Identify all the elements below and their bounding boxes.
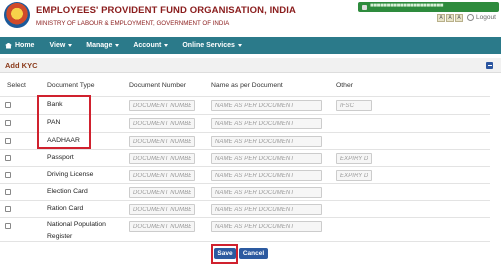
collapse-icon[interactable] [486,62,493,69]
nav-manage[interactable]: Manage [86,42,120,49]
nav-view[interactable]: View [49,42,73,49]
ministry-text: MINISTRY OF LABOUR & EMPLOYMENT, GOVERNM… [36,20,230,27]
document-number-input[interactable] [129,118,195,129]
document-number-input[interactable] [129,187,195,198]
doc-type-label: Ration Card [47,205,84,212]
font-decrease-button[interactable]: A [455,14,463,22]
chevron-down-icon [68,44,73,47]
nav-home[interactable]: Home [5,42,34,49]
name-as-per-document-input[interactable] [211,153,322,164]
user-name: ■■■■■■■■■■■■■■■■■■■■■■ [370,3,444,9]
annotation-highlight-box [37,95,91,149]
nav-account[interactable]: Account [133,42,169,49]
col-select: Select [7,82,26,89]
name-as-per-document-input[interactable] [211,170,322,181]
select-checkbox[interactable] [5,102,11,108]
document-number-input[interactable] [129,221,195,232]
epfo-logo [4,2,30,28]
font-increase-button[interactable]: A [437,14,445,22]
table-header: Select Document Type Document Number Nam… [0,82,490,94]
name-as-per-document-input[interactable] [211,118,322,129]
document-number-input[interactable] [129,136,195,147]
select-checkbox[interactable] [5,189,11,195]
cancel-button[interactable]: Cancel [239,248,268,259]
select-checkbox[interactable] [5,138,11,144]
doc-type-label-line1: National Population [47,221,106,228]
nav-account-label: Account [133,42,162,49]
col-doc-number: Document Number [129,82,187,89]
org-name: EMPLOYEES' PROVIDENT FUND ORGANISATION, … [36,5,296,16]
panel-title: Add KYC [5,61,38,70]
doc-type-label: Election Card [47,188,88,195]
nav-online-services-label: Online Services [182,42,235,49]
document-number-input[interactable] [129,204,195,215]
col-other: Other [336,82,353,89]
nav-view-label: View [49,42,66,49]
document-number-input[interactable] [129,100,195,111]
select-checkbox[interactable] [5,206,11,212]
name-as-per-document-input[interactable] [211,136,322,147]
ifsc-input[interactable] [336,100,372,111]
site-header: EMPLOYEES' PROVIDENT FUND ORGANISATION, … [0,0,501,37]
name-as-per-document-input[interactable] [211,204,322,215]
nav-manage-label: Manage [86,42,113,49]
table-row: Ration Card [0,200,490,217]
power-icon [467,14,474,21]
panel-header: Add KYC [0,58,501,73]
font-reset-button[interactable]: A [446,14,454,22]
nav-home-label: Home [15,42,35,49]
table-row: National Population Register [0,217,490,242]
select-checkbox[interactable] [5,172,11,178]
home-icon [5,42,12,49]
doc-type-label: Passport [47,154,74,161]
expiry-date-input[interactable] [336,170,372,181]
table-row: Election Card [0,183,490,200]
chevron-down-icon [164,44,169,47]
col-doc-type: Document Type [47,82,95,89]
table-row: Passport [0,149,490,166]
expiry-date-input[interactable] [336,153,372,164]
name-as-per-document-input[interactable] [211,187,322,198]
document-number-input[interactable] [129,170,195,181]
main-navbar: Home View Manage Account Online Services [0,37,501,54]
name-as-per-document-input[interactable] [211,100,322,111]
name-as-per-document-input[interactable] [211,221,322,232]
chevron-down-icon [237,44,242,47]
save-button[interactable]: Save [214,248,236,259]
user-icon [362,5,367,10]
col-name: Name as per Document [211,82,283,89]
nav-online-services[interactable]: Online Services [182,42,242,49]
document-number-input[interactable] [129,153,195,164]
user-badge: ■■■■■■■■■■■■■■■■■■■■■■ [358,2,499,12]
select-checkbox[interactable] [5,223,11,229]
select-checkbox[interactable] [5,155,11,161]
chevron-down-icon [115,44,120,47]
logout-label: Logout [476,14,496,21]
doc-type-label: Driving License [47,171,94,178]
font-size-tools: A A A [437,14,463,22]
select-checkbox[interactable] [5,120,11,126]
doc-type-label-line2: Register [47,233,73,240]
table-row: Driving License [0,166,490,183]
logout-button[interactable]: Logout [467,14,496,21]
